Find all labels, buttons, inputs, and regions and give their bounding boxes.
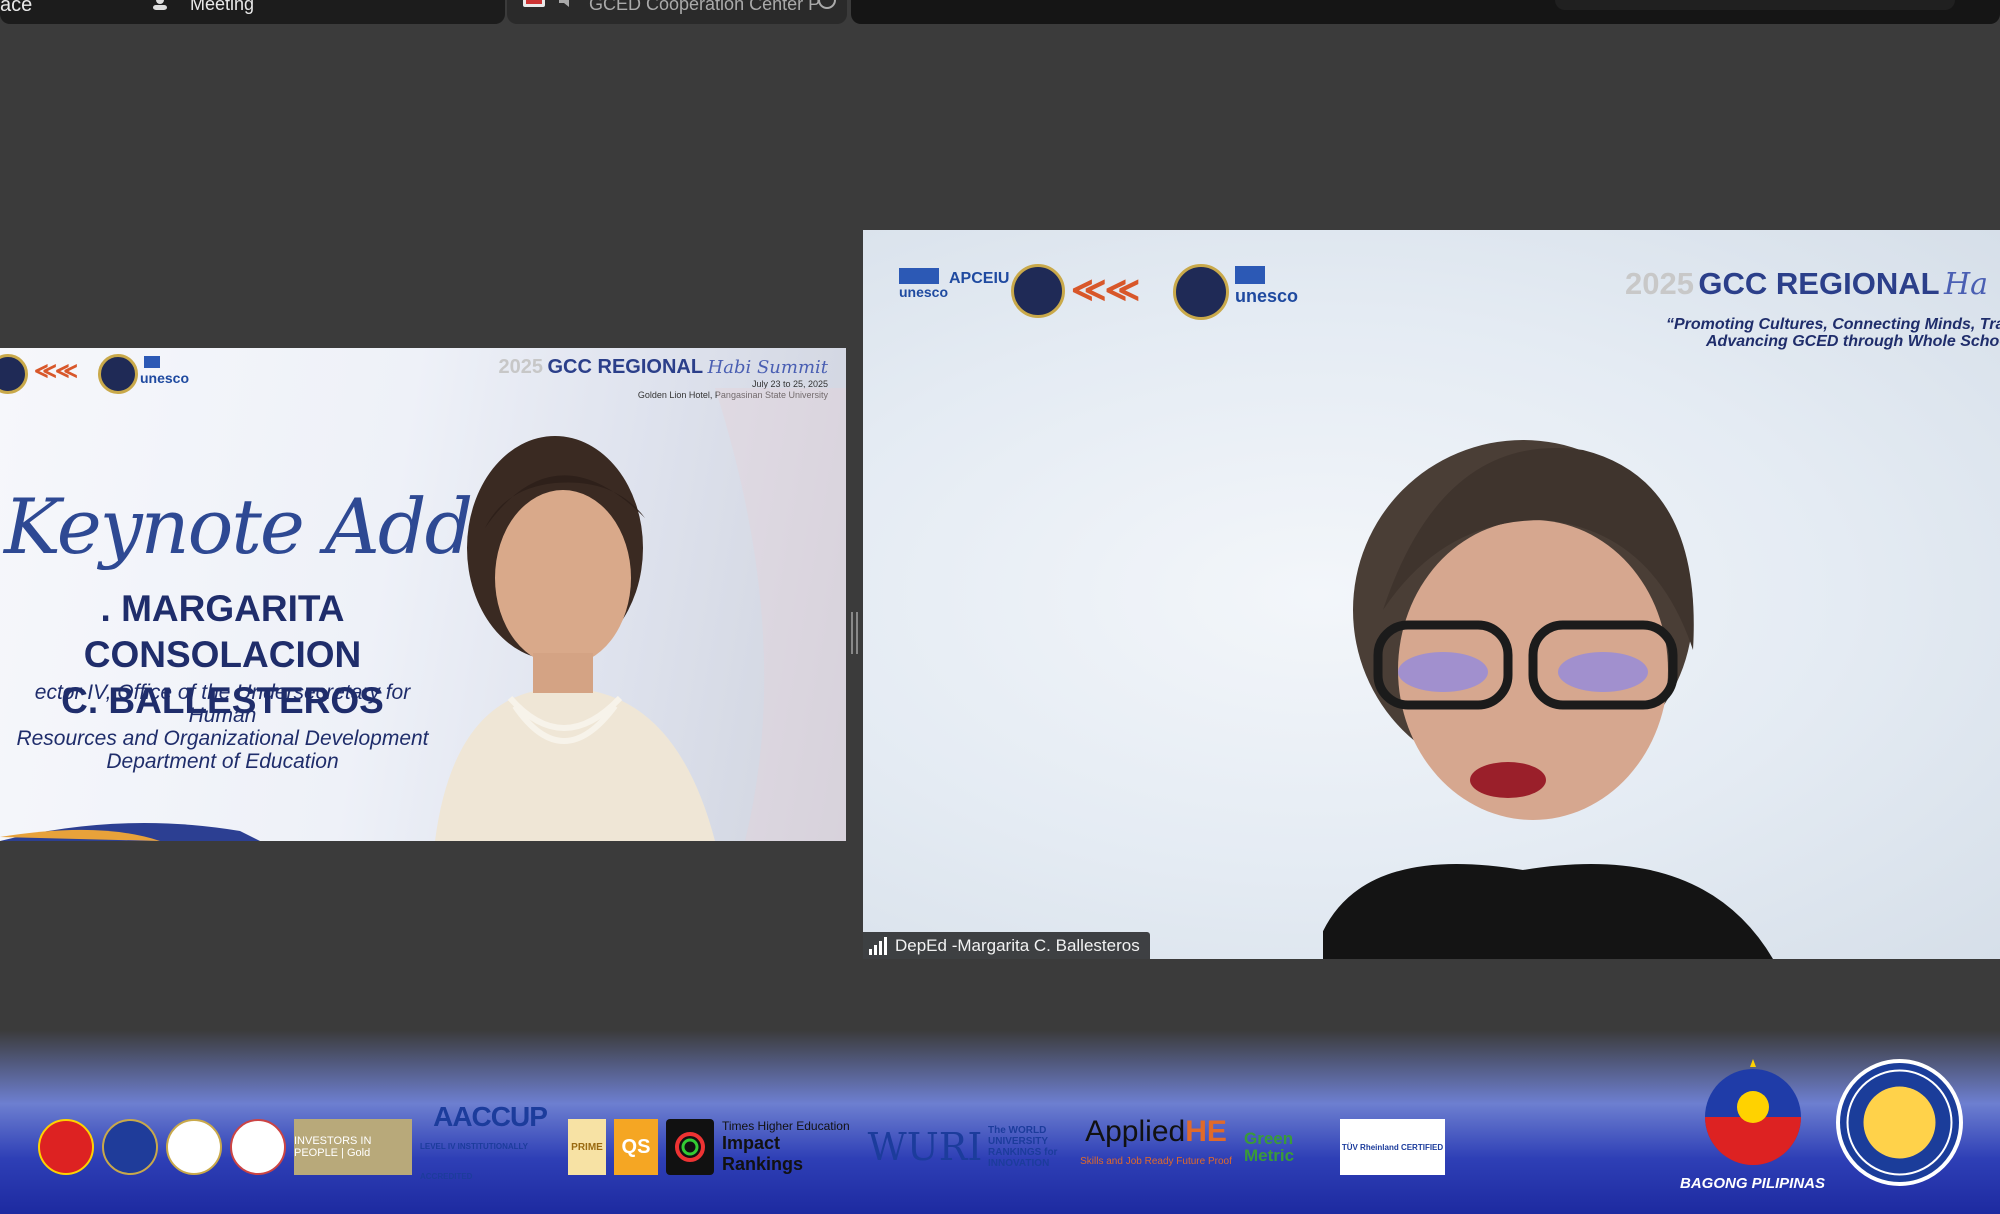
video-event-year: 2025 [1625, 266, 1694, 301]
bagong-pilipinas-label: BAGONG PILIPINAS [1680, 1175, 1826, 1192]
unesco-temple-icon [144, 356, 160, 368]
workspace-label: ace [0, 0, 33, 16]
tuv-certified-badge: TÜV Rheinland CERTIFIED [1340, 1119, 1445, 1175]
video-event-title: GCC REGIONAL [1698, 266, 1940, 301]
seal-logo [0, 354, 28, 394]
close-tab-icon[interactable] [817, 0, 837, 10]
aaccup-badge: AACCUP LEVEL IV INSTITUTIONALLY ACCREDIT… [420, 1102, 560, 1182]
pangasinan-state-university-seal [1836, 1059, 1963, 1186]
ched-seal-icon [102, 1119, 158, 1175]
speaker-name-line: . MARGARITA CONSOLACION [83, 588, 362, 675]
slide-event-script: Habi Summit [707, 357, 828, 378]
status-pill [1555, 0, 1955, 10]
participant-video-tile[interactable]: unesco APCEIU ≪≪ unesco 2025 GCC REGIONA… [863, 230, 2000, 959]
bagong-pilipinas-logo [1705, 1059, 1801, 1165]
speaker-role-line: Resources and Organizational Development [16, 727, 429, 750]
tagline-line: “Promoting Cultures, Connecting Minds, T… [1666, 316, 2000, 333]
psu-logo [98, 354, 138, 394]
shared-slide-tile[interactable]: ≪≪ unesco 2025 GCC REGIONAL Habi Summit … [0, 348, 846, 841]
signal-strength-icon [869, 936, 887, 955]
the-large-label: Impact Rankings [722, 1133, 804, 1174]
app-icon [523, 0, 545, 7]
person-icon [153, 0, 167, 10]
window-tab-title: GCED Cooperation Center P [589, 0, 821, 14]
gced-logo: ≪≪ [1071, 271, 1140, 309]
slide-event-title: GCC REGIONAL [547, 356, 704, 378]
world-university-rankings-badge: The WORLD UNIVERSITY RANKINGS for INNOVA… [988, 1125, 1058, 1169]
top-bar-left-segment: ace Meeting [0, 0, 505, 24]
speaker-muted-icon [559, 0, 569, 7]
aaccup-label: AACCUP [433, 1101, 548, 1132]
quality-award-seal-icon [230, 1119, 286, 1175]
unesco-logo-text: unesco [899, 284, 949, 300]
speaker-role: ector IV, Office of the Undersecretary f… [0, 681, 445, 773]
government-seal-icon [166, 1119, 222, 1175]
tile-resize-handle[interactable] [851, 612, 858, 654]
gced-logo: ≪≪ [34, 358, 78, 383]
the-logo-icon [666, 1119, 714, 1175]
window-tab[interactable]: GCED Cooperation Center P [507, 0, 847, 24]
participant-name: DepEd -Margarita C. Ballesteros [895, 935, 1140, 955]
accreditation-badge-row: INVESTORS IN PEOPLE | Gold AACCUP LEVEL … [38, 1102, 1445, 1182]
slide-wave-decoration [0, 823, 260, 841]
meeting-label[interactable]: Meeting [190, 0, 254, 15]
unesco-logo-text: unesco [140, 370, 190, 386]
he-label: HE [1185, 1115, 1227, 1148]
unesco-temple-icon [1235, 266, 1265, 284]
apceiu-logo-text: APCEIU [949, 270, 1010, 287]
video-event-header: 2025 GCC REGIONAL Ha [1625, 266, 1988, 302]
applied-label: Applied [1085, 1115, 1186, 1148]
asean-seal-icon [38, 1119, 94, 1175]
appliedhe-badge: AppliedHE Skills and Job Ready Future Pr… [1076, 1117, 1236, 1175]
investors-in-people-badge: INVESTORS IN PEOPLE | Gold [294, 1119, 412, 1175]
participant-video-feed [1323, 440, 1773, 959]
the-impact-rankings-badge: Times Higher Education Impact Rankings [722, 1119, 862, 1175]
qs-badge: QS [614, 1119, 658, 1175]
speaker-role-line: ector IV, Office of the Undersecretary f… [34, 681, 411, 727]
prime-badge: PRIME [568, 1119, 606, 1175]
wuri-badge: WURI [867, 1125, 983, 1169]
meeting-top-bar: ace Meeting GCED Cooperation Center P [0, 0, 2000, 24]
psu-logo [1173, 264, 1229, 320]
speaker-portrait [435, 388, 846, 841]
participant-name-tag: DepEd -Margarita C. Ballesteros [863, 932, 1150, 959]
aaccup-sublabel: LEVEL IV INSTITUTIONALLY ACCREDITED [420, 1142, 528, 1181]
the-small-label: Times Higher Education [722, 1119, 850, 1133]
tagline-line: Advancing GCED through Whole School A [1706, 333, 2000, 350]
top-bar-right-segment [851, 0, 2000, 24]
video-event-script: Ha [1944, 267, 1989, 302]
unesco-logo-text: unesco [1235, 286, 1299, 306]
slide-event-year: 2025 [498, 356, 544, 378]
applied-sublabel: Skills and Job Ready Future Proof [1080, 1156, 1232, 1167]
greenmetric-badge: Green Metric [1244, 1129, 1295, 1165]
unesco-temple-icon [899, 268, 939, 284]
video-event-tagline: “Promoting Cultures, Connecting Minds, T… [1666, 316, 2000, 350]
speaker-role-line: Department of Education [106, 750, 339, 773]
seal-logo [1011, 264, 1065, 318]
